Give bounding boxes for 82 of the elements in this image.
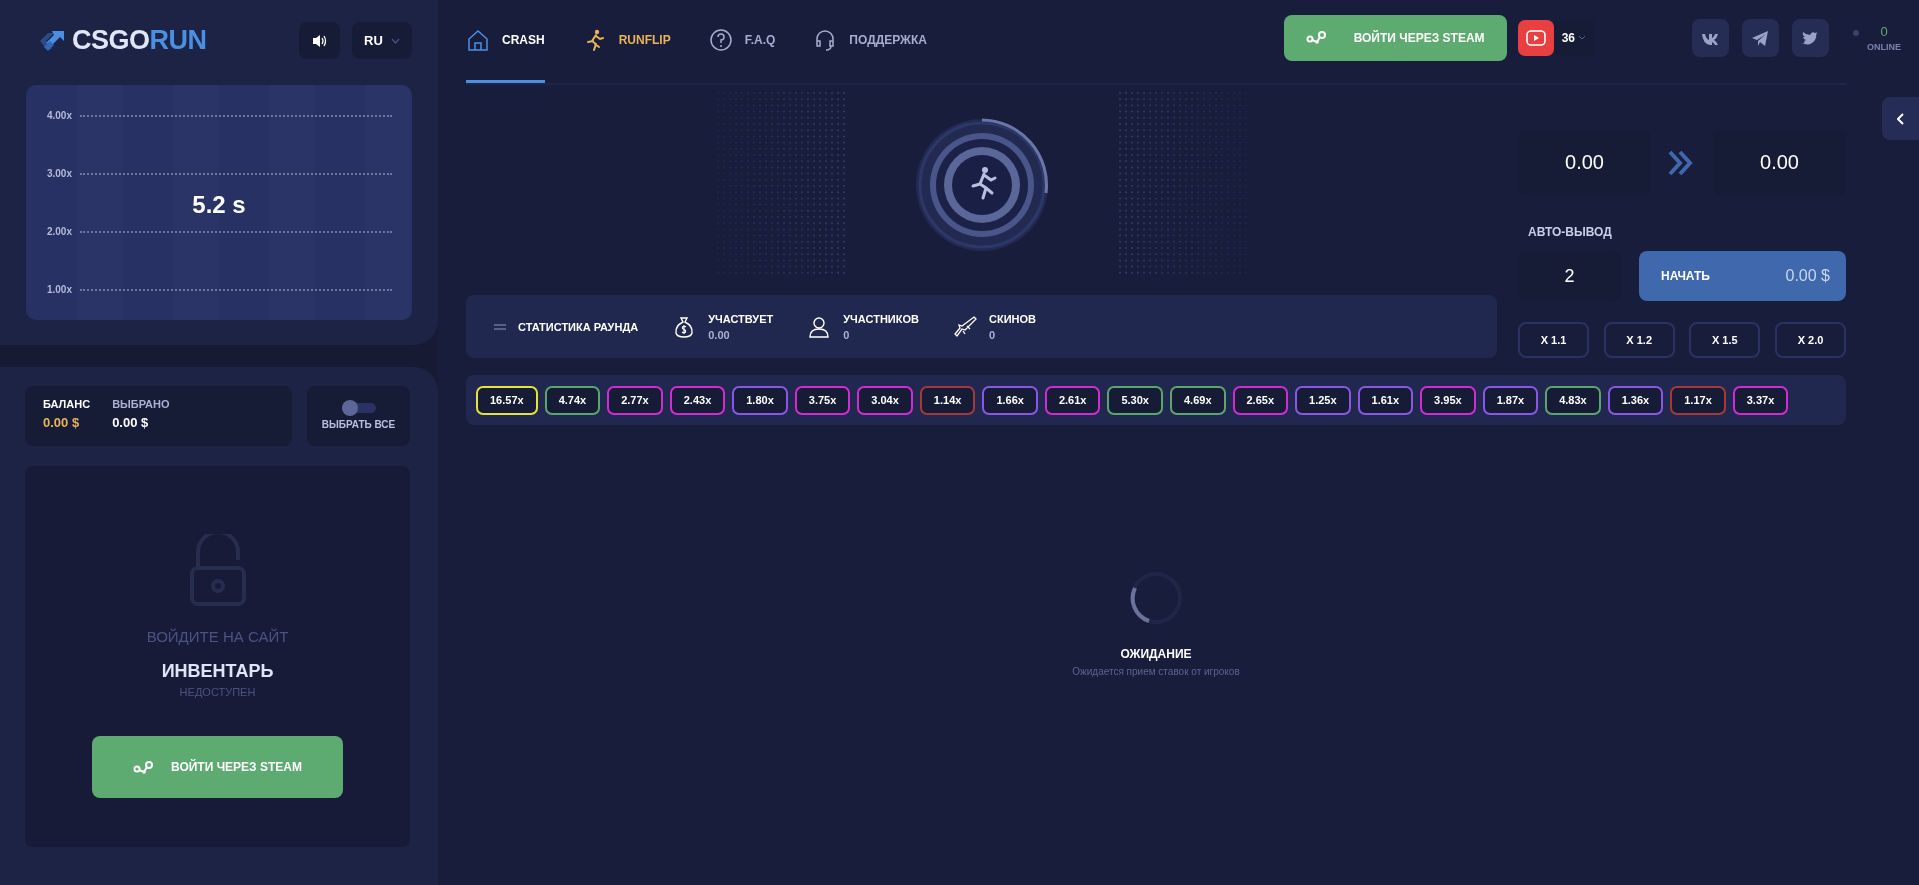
axis-label: 3.00x — [45, 168, 72, 179]
caret-icon — [390, 37, 400, 44]
stat-value: 0 — [988, 328, 997, 341]
social-button[interactable] — [1742, 18, 1779, 57]
multiplier-tag: 2.61x — [1044, 385, 1101, 415]
auto-cashout-label: АВТО-ВЫВОД — [1528, 225, 1613, 239]
speaker-icon — [311, 33, 328, 48]
multiplier-tag: 3.04x — [857, 385, 913, 415]
language-dropdown[interactable]: RU — [352, 22, 412, 59]
play-icon — [1525, 29, 1546, 46]
waiting-subtitle: Ожидается прием ставок от игроков — [1072, 666, 1240, 677]
payout-field[interactable]: 0.00 — [1713, 130, 1846, 195]
nav-tab[interactable]: RUNFLIP — [582, 0, 671, 83]
chevron-left-icon — [1896, 112, 1905, 125]
selected-value: 0.00 $ — [112, 415, 150, 430]
multiplier-tag: 1.80x — [732, 385, 788, 415]
logo-text: CSGORUN — [72, 25, 207, 56]
multiplier-tag: 4.74x — [544, 385, 601, 415]
question-icon — [708, 28, 733, 52]
multiplier-tag: 1.14x — [919, 385, 976, 415]
toggle-label: ВЫБРАТЬ ВСЕ — [321, 418, 396, 430]
status-dot — [1853, 29, 1859, 36]
multiplier-tag: 2.65x — [1232, 385, 1289, 415]
axis-label: 1.00x — [45, 284, 72, 295]
stat-label: УЧАСТНИКОВ — [843, 312, 919, 325]
multiplier-tag: 1.36x — [1607, 385, 1664, 415]
selected-label: ВЫБРАНО — [112, 398, 170, 410]
stats-title: СТАТИСТИКА РАУНДА — [518, 320, 639, 333]
stat-label: СКИНОВ — [988, 312, 1036, 325]
axis-label: 2.00x — [45, 226, 72, 237]
multiplier-tag: 3.95x — [1420, 385, 1476, 415]
multiplier-tag: 1.25x — [1295, 385, 1351, 415]
stat-value: 0 — [843, 328, 851, 341]
axis-label: 4.00x — [45, 110, 72, 121]
steam-icon — [1305, 30, 1326, 45]
paper-plane-icon — [1751, 28, 1770, 47]
multiplier-tag: 3.37x — [1732, 385, 1789, 415]
toggle-switch[interactable] — [341, 402, 376, 413]
balance-label: БАЛАНС — [43, 398, 91, 410]
multiplier-button[interactable]: X 1.5 — [1689, 322, 1761, 358]
balance-value: 0.00 $ — [43, 415, 81, 430]
caret-icon — [1578, 35, 1586, 40]
online-count: 0 — [1880, 23, 1888, 39]
social-button[interactable] — [1792, 18, 1829, 57]
multiplier-tag: 3.75x — [794, 385, 851, 415]
multiplier-button[interactable]: X 2.0 — [1774, 322, 1846, 358]
multiplier-tag: 16.57x — [476, 385, 538, 415]
multiplier-tag: 1.61x — [1357, 385, 1414, 415]
social-button[interactable] — [1692, 18, 1729, 57]
countdown-timer: 5.2 s — [192, 191, 246, 219]
multiplier-tag: 1.87x — [1482, 385, 1539, 415]
auto-cashout-field[interactable]: 2 — [1518, 251, 1621, 301]
waiting-title: ОЖИДАНИЕ — [1120, 647, 1192, 661]
nav-tab[interactable]: ПОДДЕРЖКА — [813, 0, 927, 83]
online-label: ONLINE — [1867, 41, 1901, 52]
video-button[interactable] — [1517, 19, 1554, 56]
equals-icon — [494, 323, 506, 330]
loading-spinner-icon — [1129, 571, 1183, 625]
inventory-status: НЕДОСТУПЕН — [179, 686, 256, 698]
multiplier-button[interactable]: X 1.1 — [1518, 322, 1589, 358]
multiplier-tag: 1.66x — [982, 385, 1038, 415]
sound-button[interactable] — [299, 22, 340, 59]
bet-amount-field[interactable]: 0.00 — [1518, 130, 1651, 195]
nav-tab[interactable]: CRASH — [466, 0, 545, 83]
stat-label: УЧАСТВУЕТ — [708, 312, 774, 325]
steam-icon — [133, 759, 154, 775]
multiplier-button[interactable]: X 1.2 — [1603, 322, 1675, 358]
multiplier-tag: 1.17x — [1670, 385, 1726, 415]
home-icon — [466, 28, 490, 52]
multiplier-tag: 4.69x — [1169, 385, 1226, 415]
user-icon — [807, 314, 832, 339]
nav-tab[interactable]: F.A.Q — [708, 0, 776, 83]
rifle-icon — [952, 314, 977, 339]
inventory-title: ИНВЕНТАРЬ — [161, 661, 274, 682]
multiplier-tag: 5.30x — [1107, 385, 1163, 415]
stat-value: 0.00 — [708, 328, 731, 341]
multiplier-tag: 2.43x — [669, 385, 726, 415]
login-notice: ВОЙДИТЕ НА САЙТ — [146, 628, 289, 645]
subscriber-count[interactable]: 36 — [1553, 19, 1594, 56]
multiplier-tag: 2.77x — [607, 385, 663, 415]
start-button[interactable]: НАЧАТЬ 0.00 $ — [1639, 251, 1846, 301]
multiplier-tag: 4.83x — [1545, 385, 1601, 415]
